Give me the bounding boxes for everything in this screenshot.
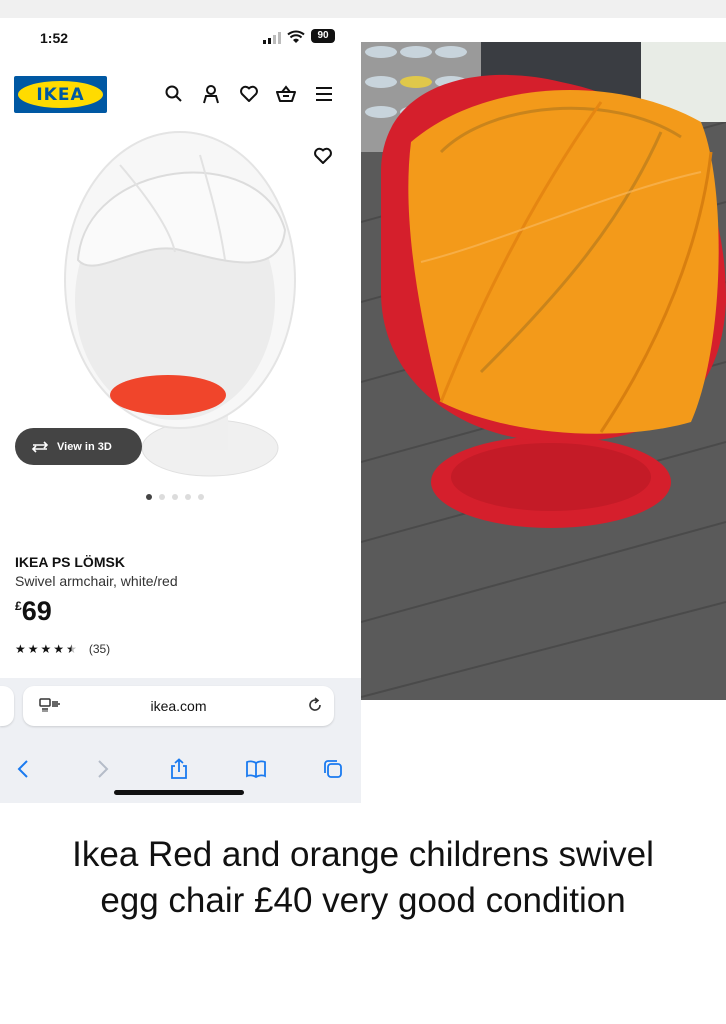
product-name[interactable]: IKEA PS LÖMSK — [15, 554, 125, 570]
listing-caption: Ikea Red and orange childrens swivel egg… — [72, 835, 654, 920]
carousel-dot[interactable] — [185, 494, 191, 500]
address-bar[interactable]: ikea.com — [23, 686, 334, 726]
logo-text: IKEA — [36, 84, 85, 105]
view-in-3d-label: View in 3D — [57, 440, 112, 453]
wifi-icon — [287, 30, 305, 43]
previous-tab-edge[interactable] — [0, 686, 14, 726]
chair-photo — [361, 42, 726, 700]
forward-icon[interactable] — [91, 758, 113, 780]
back-icon[interactable] — [13, 758, 35, 780]
view-in-3d-button[interactable]: View in 3D — [15, 428, 142, 465]
url-text: ikea.com — [150, 698, 207, 714]
price-currency: £ — [15, 599, 22, 613]
star-icon: ★ — [15, 642, 26, 656]
star-icon: ★ — [53, 642, 65, 656]
cellular-signal-icon — [263, 32, 281, 44]
tabs-icon[interactable] — [322, 758, 344, 780]
status-bar: 1:52 90 — [0, 18, 361, 58]
browser-bar: ikea.com — [0, 678, 361, 803]
basket-icon[interactable] — [276, 84, 296, 104]
heart-icon[interactable] — [239, 84, 259, 104]
home-indicator — [114, 790, 244, 795]
favorite-heart-icon[interactable] — [313, 146, 333, 166]
carousel-dot[interactable] — [198, 494, 204, 500]
carousel-dot[interactable] — [172, 494, 178, 500]
phone-screenshot: 1:52 90 IKEA View in 3D IKEA PS LÖMSK Sw… — [0, 18, 361, 803]
star-icon: ★ — [27, 642, 39, 656]
carousel-indicator — [146, 494, 204, 500]
carousel-dot[interactable] — [159, 494, 165, 500]
product-price: £69 — [15, 596, 52, 627]
search-icon[interactable] — [164, 84, 184, 104]
battery-icon: 90 — [311, 29, 335, 43]
price-value: 69 — [21, 596, 52, 626]
rotate-3d-icon — [31, 440, 49, 453]
carousel-dot[interactable] — [146, 494, 152, 500]
ikea-logo[interactable]: IKEA — [14, 76, 107, 113]
reload-icon[interactable] — [306, 696, 324, 714]
half-star-icon: ★ — [66, 642, 77, 656]
top-strip — [0, 0, 726, 18]
rating-count: (35) — [88, 642, 111, 656]
star-icon: ★ — [40, 642, 52, 656]
product-rating[interactable]: ★ ★ ★ ★ ★ (35) — [15, 642, 110, 656]
menu-icon[interactable] — [314, 84, 334, 104]
bookmarks-icon[interactable] — [245, 758, 267, 780]
logo-oval: IKEA — [18, 81, 103, 108]
user-icon[interactable] — [201, 84, 221, 104]
product-description: Swivel armchair, white/red — [15, 573, 178, 589]
share-icon[interactable] — [168, 758, 190, 780]
status-time: 1:52 — [40, 30, 69, 46]
